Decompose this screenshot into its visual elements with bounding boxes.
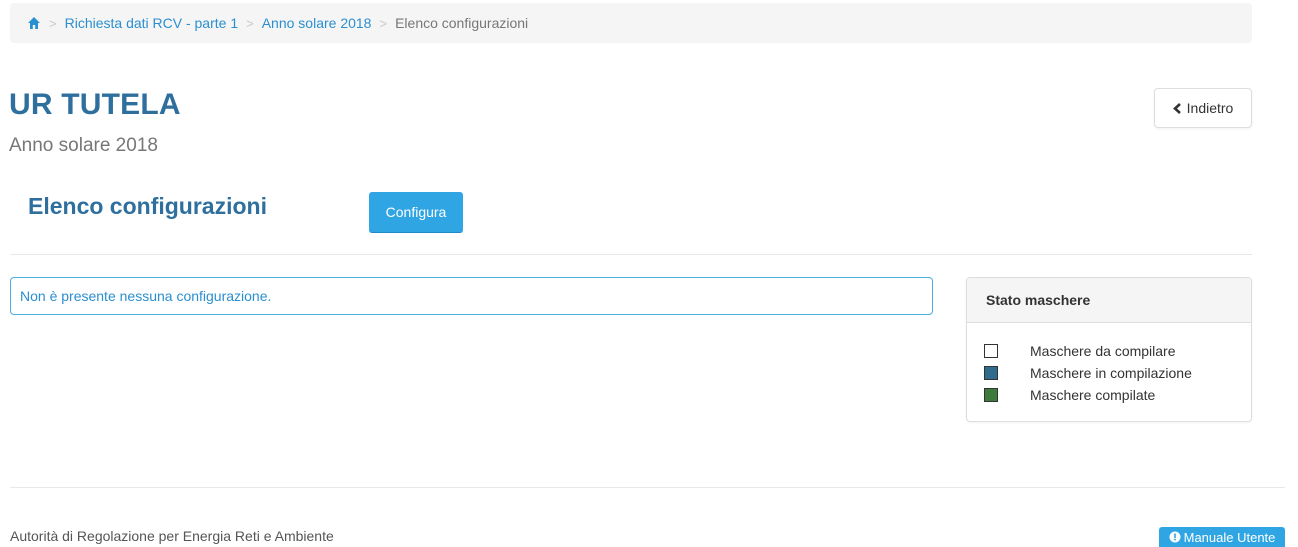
breadcrumb-link-anno[interactable]: Anno solare 2018 [262,15,372,31]
page-subtitle: Anno solare 2018 [9,135,158,156]
back-button[interactable]: Indietro [1154,88,1252,128]
footer-text: Autorità di Regolazione per Energia Reti… [10,528,334,544]
chevron-left-icon [1172,102,1182,114]
breadcrumb-separator: > [246,15,254,31]
legend-item-da-compilare: Maschere da compilare [984,340,1192,362]
configure-button[interactable]: Configura [369,192,463,233]
section-title: Elenco configurazioni [28,193,267,219]
divider [10,254,1252,255]
breadcrumb-separator: > [49,15,57,31]
legend-item-in-compilazione: Maschere in compilazione [984,362,1192,384]
manual-button[interactable]: Manuale Utente [1159,527,1285,547]
alert-message: Non è presente nessuna configurazione. [20,288,272,304]
legend-label: Maschere in compilazione [1030,365,1192,381]
legend-swatch-white [984,344,998,358]
legend-label: Maschere da compilare [1030,343,1176,359]
legend-label: Maschere compilate [1030,387,1156,403]
page-title: UR TUTELA [9,88,181,121]
back-button-label: Indietro [1186,100,1234,116]
legend-swatch-green [984,388,998,402]
status-panel: Stato maschere Maschere da compilare Mas… [966,277,1252,422]
footer-divider [10,487,1285,488]
status-legend: Maschere da compilare Maschere in compil… [984,340,1192,406]
info-circle-icon [1169,531,1181,543]
manual-button-label: Manuale Utente [1183,529,1276,545]
home-icon[interactable] [27,16,41,30]
breadcrumb: > Richiesta dati RCV - parte 1 > Anno so… [10,3,1252,43]
legend-item-compilate: Maschere compilate [984,384,1192,406]
breadcrumb-separator: > [379,15,388,31]
status-panel-title: Stato maschere [967,278,1251,323]
breadcrumb-current: Elenco configurazioni [395,15,529,31]
breadcrumb-link-richiesta[interactable]: Richiesta dati RCV - parte 1 [65,15,239,31]
legend-swatch-blue [984,366,998,380]
empty-configurations-alert: Non è presente nessuna configurazione. [10,277,933,315]
